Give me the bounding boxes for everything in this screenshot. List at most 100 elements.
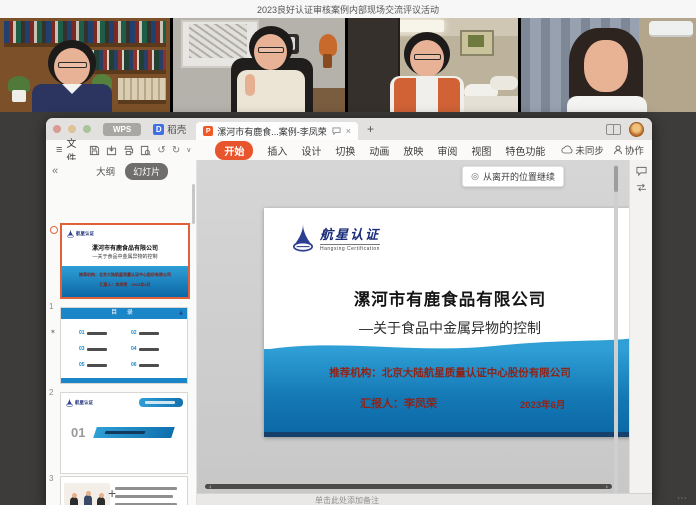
redo-icon[interactable]: ↻ [172, 145, 180, 156]
close-window-button[interactable] [53, 125, 61, 133]
wps-home-button[interactable]: WPS [103, 123, 141, 136]
bookshelf-books-mid [84, 50, 166, 74]
user-avatar[interactable] [629, 122, 644, 137]
thumb2-toc-header: 目 录 [61, 308, 187, 319]
slide-date: 2023年6月 [520, 397, 565, 411]
horizontal-scrollbar[interactable] [205, 484, 612, 489]
toc-item-3: 03 [79, 346, 107, 352]
panel-header: « 大纲 幻灯片 [46, 160, 196, 182]
meeting-titlebar: 2023良好认证审核案例内部现场交流评议活动 [0, 0, 696, 19]
slides-tab[interactable]: 幻灯片 [125, 163, 168, 180]
tab-view[interactable]: 视图 [471, 143, 491, 158]
toc-item-4: 04 [131, 346, 159, 352]
cloud-sync-icon [561, 145, 573, 155]
meeting-title: 2023良好认证审核案例内部现场交流评议活动 [257, 3, 439, 16]
tab-review[interactable]: 审阅 [437, 143, 457, 158]
print-preview-icon[interactable] [140, 145, 151, 156]
video-strip [0, 18, 696, 112]
quick-access-toolbar: ↺ ↻ ∨ [86, 145, 194, 156]
sync-status-button[interactable]: 未同步 [561, 143, 604, 157]
document-tab[interactable]: P 漯河市有鹿食...案例-李凤荣 × [196, 122, 358, 140]
tab-special-features[interactable]: 特色功能 [505, 143, 545, 158]
current-slide[interactable]: 航星认证 Hangxing Certification 漯河市有鹿食品有限公司 … [264, 208, 636, 437]
document-tab-title: 漯河市有鹿食...案例-李凤荣 [217, 125, 327, 138]
minimize-window-button[interactable] [68, 125, 76, 133]
slide-title: 漯河市有鹿食品有限公司 [264, 286, 636, 310]
toc-item-5: 05 [79, 362, 107, 368]
slide-thumbnail-3[interactable]: 航星认证 01 [60, 392, 188, 474]
docer-icon: D [153, 124, 164, 135]
bookshelf-books-beige [118, 78, 166, 104]
add-slide-button[interactable]: + [108, 485, 116, 501]
participant-1-glasses [58, 62, 87, 68]
slide-number-1: 1 [49, 302, 53, 311]
resume-position-button[interactable]: ◎ 从离开的位置继续 [462, 166, 564, 187]
docer-button[interactable]: D 稻壳 [153, 122, 186, 136]
bed [458, 96, 518, 112]
collaborate-label: 协作 [625, 143, 644, 157]
video-feed-2[interactable] [173, 18, 345, 112]
slide-blue-band: 推荐机构：北京大陆航星质量认证中心股份有限公司 汇报人：李凤荣 2023年6月 [264, 349, 636, 437]
zoom-window-button[interactable] [83, 125, 91, 133]
print-icon[interactable] [123, 145, 134, 156]
save-icon[interactable] [89, 145, 100, 156]
tab-home[interactable]: 开始 [215, 141, 253, 160]
notes-bar[interactable]: 单击此处添加备注 [197, 493, 652, 505]
participant-4-head [584, 40, 628, 92]
window-layout-icon[interactable] [606, 124, 621, 135]
export-icon[interactable] [106, 145, 117, 156]
ribbon-tabs: 开始 插入 设计 切换 动画 放映 审阅 视图 特色功能 [208, 141, 552, 160]
thumb3-chapter-banner [93, 427, 175, 438]
video-feed-1[interactable] [0, 18, 170, 112]
illustration-head-2 [86, 491, 91, 496]
slide-thumbnail-1[interactable]: 航星认证 漯河市有鹿食品有限公司 —关于食品中金属异物的控制 推荐机构：北京大陆… [60, 223, 190, 299]
docer-label: 稻壳 [167, 122, 186, 136]
vertical-scrollbar-thumb[interactable] [614, 166, 618, 192]
tab-slideshow[interactable]: 放映 [403, 143, 423, 158]
tab-animations[interactable]: 动画 [369, 143, 389, 158]
tab-design[interactable]: 设计 [301, 143, 321, 158]
swap-panel-icon[interactable] [636, 183, 647, 192]
thumb4-text-line [115, 495, 173, 498]
undo-icon[interactable]: ↺ [157, 145, 165, 156]
panel-scrollbar[interactable] [192, 184, 195, 224]
menu-icon: ≡ [56, 144, 62, 156]
illustration-figure-3 [97, 497, 105, 505]
close-tab-icon[interactable]: × [346, 126, 351, 136]
new-tab-button[interactable]: + [367, 122, 374, 136]
illustration-figure-1 [70, 497, 78, 505]
picture-content [468, 35, 484, 47]
toc-item-1: 01 [79, 330, 107, 336]
comment-icon[interactable] [332, 127, 341, 136]
participant-3-glasses [414, 54, 441, 60]
video-feed-4[interactable] [521, 18, 696, 112]
illustration-head-3 [99, 493, 104, 498]
vase [323, 54, 332, 68]
slide-thumbnail-4[interactable] [60, 476, 188, 505]
flowers [319, 34, 337, 56]
video-feed-3[interactable] [348, 18, 518, 112]
customize-quick-access-icon[interactable]: ∨ [186, 146, 191, 154]
wall-art-sketch [189, 24, 247, 58]
bed-pillow-2 [490, 76, 518, 90]
tab-transitions[interactable]: 切换 [335, 143, 355, 158]
more-indicator[interactable]: ⋯ [677, 493, 688, 504]
collaborate-person-icon [613, 145, 623, 155]
comment-panel-icon[interactable] [636, 166, 647, 177]
slide-number-3: 3 [49, 474, 53, 483]
slide-thumbnail-2[interactable]: 目 录 01 02 03 04 05 06 [60, 307, 188, 384]
slides-panel: « 大纲 幻灯片 1 ✶ 2 3 航星认证 漯河市有鹿食品有限公司 —关于食品中… [46, 160, 197, 505]
tab-insert[interactable]: 插入 [267, 143, 287, 158]
presentation-file-icon: P [203, 126, 213, 136]
slide-subtitle: —关于食品中金属异物的控制 [264, 318, 636, 338]
slide-logo: 航星认证 Hangxing Certification [292, 224, 380, 252]
collapse-panel-icon[interactable]: « [52, 165, 58, 177]
meeting-app: 2023良好认证审核案例内部现场交流评议活动 [0, 0, 696, 505]
vertical-scrollbar[interactable] [614, 164, 618, 494]
collaborate-button[interactable]: 协作 [613, 143, 644, 157]
presenter-line: 汇报人：李凤荣 [360, 395, 437, 411]
thumb2-footer-bar [61, 378, 187, 383]
thumb3-logo: 航星认证 [66, 398, 93, 407]
outline-tab[interactable]: 大纲 [96, 164, 115, 178]
toc-item-2: 02 [131, 330, 159, 336]
